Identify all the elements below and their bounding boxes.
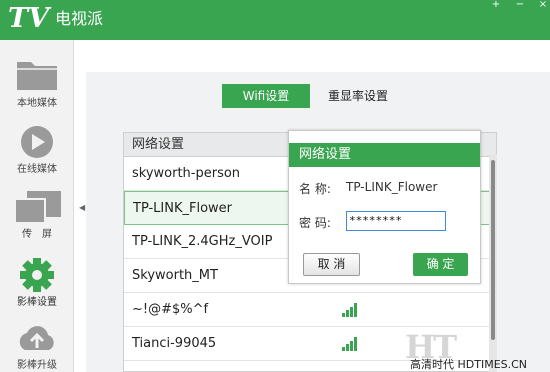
sidebar-item-screen-cast[interactable]: 传 屏	[0, 181, 74, 245]
sidebar-item-label: 影棒升级	[17, 360, 57, 371]
wifi-signal-icon	[342, 337, 358, 351]
gear-icon	[20, 258, 54, 292]
password-label: 密 码:	[299, 216, 331, 230]
wifi-signal-icon	[342, 303, 358, 317]
play-icon	[21, 126, 53, 158]
confirm-button[interactable]: 确 定	[413, 253, 468, 276]
network-ssid: TP-LINK_2.4GHz_VOIP	[132, 234, 273, 249]
folder-icon	[17, 62, 57, 90]
tab-wifi-settings[interactable]: Wifi设置	[222, 84, 310, 108]
cloud-upload-icon	[19, 326, 54, 350]
sidebar-item-local-media[interactable]: 本地媒体	[0, 48, 74, 112]
watermark-text: 高清时代 HDTIMES.CN	[410, 358, 528, 371]
app-logo: TV	[8, 3, 50, 34]
title-bar: TV 电视派 + − ×	[0, 0, 550, 40]
collapse-sidebar-icon[interactable]: ◀	[79, 203, 85, 212]
main-header-strip	[75, 40, 550, 72]
password-input[interactable]: ********	[346, 211, 446, 231]
dialog-title: 网络设置	[289, 143, 480, 167]
sidebar-item-label: 本地媒体	[17, 98, 57, 109]
network-ssid: TP-LINK_Flower	[133, 201, 233, 216]
app-title: 电视派	[55, 9, 104, 28]
tab-overscan-settings[interactable]: 重显率设置	[318, 84, 398, 108]
screen-cast-icon	[15, 191, 61, 224]
network-ssid: skyworth-person	[132, 166, 241, 181]
sidebar-item-online-media[interactable]: 在线媒体	[0, 116, 74, 180]
ssid-value: TP-LINK_Flower	[346, 180, 438, 194]
ssid-label: 名 称:	[299, 182, 331, 196]
scrollbar-thumb[interactable]	[491, 160, 495, 340]
sidebar-item-stick-upgrade[interactable]: 影棒升级	[0, 312, 74, 372]
sidebar-item-label: 传 屏	[22, 229, 52, 240]
sidebar-item-label: 影棒设置	[17, 297, 57, 308]
network-ssid: Skyworth_MT	[132, 268, 218, 283]
network-row[interactable]: ~!@#$%^f	[124, 293, 490, 327]
close-button[interactable]: ×	[536, 0, 550, 10]
minimize-button[interactable]: −	[513, 0, 527, 10]
sidebar-item-stick-settings[interactable]: 影棒设置	[0, 249, 74, 313]
sidebar: 本地媒体 在线媒体 传 屏 影棒设置 影棒升级	[0, 40, 74, 372]
network-ssid: ~!@#$%^f	[132, 302, 209, 317]
cancel-button[interactable]: 取 消	[303, 253, 360, 276]
sidebar-item-label: 在线媒体	[17, 164, 57, 175]
new-window-button[interactable]: +	[489, 0, 503, 10]
network-ssid: Tianci-99045	[132, 336, 217, 351]
